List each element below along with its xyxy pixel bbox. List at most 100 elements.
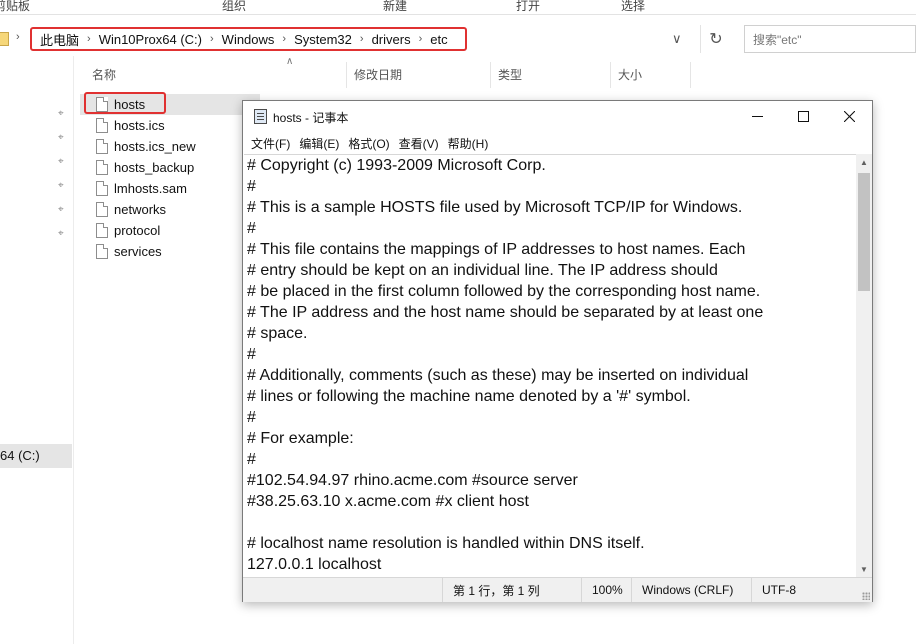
status-encoding: UTF-8	[751, 578, 861, 602]
file-icon	[96, 138, 108, 154]
menu-help[interactable]: 帮助(H)	[448, 132, 496, 154]
status-bar: 第 1 行，第 1 列 100% Windows (CRLF) UTF-8	[243, 577, 872, 602]
menu-bar: 文件(F) 编辑(E) 格式(O) 查看(V) 帮助(H)	[243, 132, 880, 154]
ribbon-label-clipboard: 剪贴板	[0, 0, 31, 13]
column-divider[interactable]	[610, 62, 611, 88]
chevron-right-icon[interactable]: ›	[83, 33, 95, 45]
highlight-box	[84, 92, 166, 114]
column-size[interactable]: 大小	[618, 66, 642, 83]
column-divider[interactable]	[490, 62, 491, 88]
nav-item-drive-c[interactable]: 64 (C:)	[0, 444, 72, 468]
status-line-ending: Windows (CRLF)	[631, 578, 751, 602]
text-line: # The IP address and the host name shoul…	[247, 304, 764, 321]
notepad-window: hosts - 记事本 文件(F) 编辑(E) 格式(O) 查看(V) 帮助(H…	[242, 100, 873, 602]
refresh-icon[interactable]: ↻	[700, 25, 731, 53]
file-name: hosts.ics	[114, 117, 165, 133]
text-line: 127.0.0.1 localhost	[247, 556, 382, 573]
text-line: # space.	[247, 325, 308, 342]
text-line: # For example:	[247, 430, 354, 447]
notepad-icon	[254, 109, 267, 124]
breadcrumb-etc[interactable]: etc	[426, 32, 451, 47]
column-headers: ∧ 名称 修改日期 类型 大小	[74, 56, 694, 88]
file-row[interactable]: hosts.ics_new	[96, 136, 196, 156]
text-line: # be placed in the first column followed…	[247, 283, 761, 300]
address-row: › 此电脑 › Win10Prox64 (C:) › Windows › Sys…	[0, 22, 916, 56]
file-row[interactable]: services	[96, 241, 162, 261]
pin-icon[interactable]: ⌖	[58, 108, 68, 119]
column-modified[interactable]: 修改日期	[354, 66, 402, 83]
file-row[interactable]: lmhosts.sam	[96, 178, 187, 198]
maximize-icon	[797, 111, 809, 122]
breadcrumb-drivers[interactable]: drivers	[368, 32, 415, 47]
breadcrumb-windows[interactable]: Windows	[218, 32, 279, 47]
pin-icon[interactable]: ⌖	[58, 156, 68, 167]
column-divider[interactable]	[346, 62, 347, 88]
text-line: # lines or following the machine name de…	[247, 388, 691, 405]
vertical-scrollbar[interactable]: ▲ ▼	[856, 154, 872, 577]
minimize-button[interactable]	[734, 101, 780, 132]
chevron-right-icon[interactable]: ›	[206, 33, 218, 45]
address-bar[interactable]: 此电脑 › Win10Prox64 (C:) › Windows › Syste…	[30, 27, 467, 51]
pin-icon[interactable]: ⌖	[58, 180, 68, 191]
file-icon	[96, 117, 108, 133]
file-name: hosts_backup	[114, 159, 195, 175]
column-divider[interactable]	[690, 62, 691, 88]
ribbon-group-labels: 剪贴板 组织 新建 打开 选择	[0, 0, 916, 15]
ribbon-label-organize: 组织	[222, 0, 247, 13]
column-type[interactable]: 类型	[498, 66, 522, 83]
menu-view[interactable]: 查看(V)	[399, 132, 446, 154]
file-row[interactable]: networks	[96, 199, 166, 219]
text-line: #	[247, 178, 256, 195]
menu-file[interactable]: 文件(F)	[251, 132, 297, 154]
text-line: # entry should be kept on an individual …	[247, 262, 718, 279]
pin-icon[interactable]: ⌖	[58, 204, 68, 215]
breadcrumb-this-pc[interactable]: 此电脑	[36, 30, 83, 49]
text-line: #	[247, 220, 256, 237]
search-input[interactable]: 搜索"etc"	[744, 25, 916, 53]
status-zoom: 100%	[581, 578, 631, 602]
title-bar[interactable]: hosts - 记事本	[243, 101, 872, 132]
minimize-icon	[751, 116, 763, 117]
text-line: #	[247, 346, 256, 363]
close-button[interactable]	[826, 101, 872, 132]
folder-icon	[0, 32, 9, 46]
ribbon-label-open: 打开	[516, 0, 541, 13]
file-icon	[96, 159, 108, 175]
window-title: hosts - 记事本	[273, 111, 349, 125]
text-editor[interactable]: # Copyright (c) 1993-2009 Microsoft Corp…	[244, 154, 856, 578]
chevron-right-icon[interactable]: ›	[356, 33, 368, 45]
file-name: protocol	[114, 222, 161, 238]
text-line: # This is a sample HOSTS file used by Mi…	[247, 199, 743, 216]
column-name[interactable]: 名称	[92, 66, 116, 83]
sort-up-icon: ∧	[286, 56, 294, 67]
file-row[interactable]: hosts_backup	[96, 157, 194, 177]
chevron-right-icon[interactable]: ›	[278, 33, 290, 45]
menu-format[interactable]: 格式(O)	[348, 132, 396, 154]
file-name: services	[114, 243, 162, 259]
file-name: hosts.ics_new	[114, 138, 196, 154]
chevron-right-icon[interactable]: ›	[16, 31, 20, 43]
file-icon	[96, 222, 108, 238]
breadcrumb-drive-c[interactable]: Win10Prox64 (C:)	[95, 32, 206, 47]
close-icon	[843, 111, 855, 122]
text-line: # localhost name resolution is handled w…	[247, 535, 645, 552]
ribbon-label-select: 选择	[621, 0, 646, 13]
pin-icon[interactable]: ⌖	[58, 228, 68, 239]
pin-icon[interactable]: ⌖	[58, 132, 68, 143]
file-icon	[96, 180, 108, 196]
menu-edit[interactable]: 编辑(E)	[299, 132, 346, 154]
file-row[interactable]: hosts.ics	[96, 115, 165, 135]
status-cursor-position: 第 1 行，第 1 列	[442, 578, 581, 602]
chevron-down-icon[interactable]: ∨	[672, 31, 682, 47]
breadcrumb-system32[interactable]: System32	[290, 32, 356, 47]
resize-grip-icon[interactable]	[862, 592, 870, 600]
scroll-thumb[interactable]	[858, 173, 870, 291]
chevron-right-icon[interactable]: ›	[415, 33, 427, 45]
maximize-button[interactable]	[780, 101, 826, 132]
file-row[interactable]: protocol	[96, 220, 160, 240]
file-name: networks	[114, 201, 167, 217]
ribbon-label-new: 新建	[383, 0, 408, 13]
scroll-up-icon[interactable]: ▲	[856, 154, 872, 170]
scroll-down-icon[interactable]: ▼	[856, 561, 872, 577]
file-icon	[96, 243, 108, 259]
